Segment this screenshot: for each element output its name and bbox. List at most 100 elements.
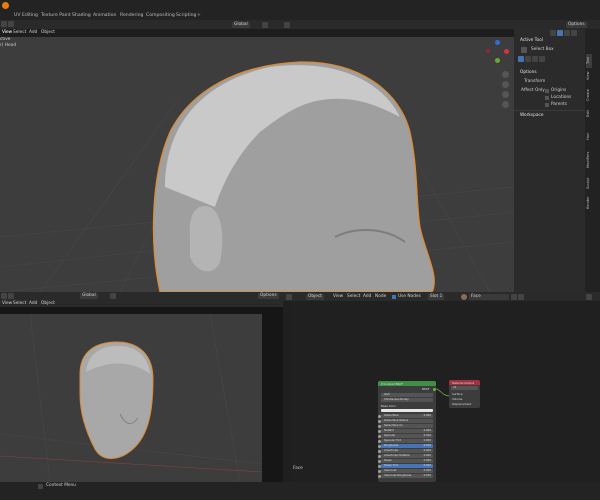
principled-bsdf-node[interactable]: Principled BSDF BSDF GGX Christensen-Bur… <box>378 381 436 482</box>
bottom-left-viewport[interactable] <box>0 307 283 482</box>
bsdf-input-socket[interactable] <box>378 429 381 433</box>
tab-create[interactable]: Create <box>586 84 592 106</box>
tab-texture-paint[interactable]: Texture Paint <box>41 12 71 19</box>
rendered-shading-icon[interactable] <box>571 29 577 36</box>
editor-type-icon[interactable] <box>286 293 292 300</box>
mode-subtract-icon[interactable] <box>532 56 538 62</box>
use-nodes-checkbox[interactable] <box>392 294 396 299</box>
menu-view[interactable]: View <box>2 30 12 36</box>
new-material-icon[interactable] <box>518 293 524 300</box>
bsdf-input-anisotropic[interactable]: Anisotropic 0.000 <box>378 449 433 453</box>
active-tool-header[interactable]: Active Tool <box>520 38 543 44</box>
bsdf-output-socket[interactable] <box>433 387 436 391</box>
pin-icon[interactable] <box>586 293 592 300</box>
bsdf-input-socket[interactable] <box>378 454 381 458</box>
base-color-swatch[interactable] <box>381 409 433 412</box>
select-box-icon[interactable] <box>521 47 527 53</box>
subsurface-method-dropdown[interactable]: Christensen-Burley <box>381 398 433 402</box>
bsdf-input-metallic[interactable]: Metallic 0.000 <box>378 429 433 433</box>
bsdf-input-clearcoat-roughness[interactable]: Clearcoat Roughness 0.030 <box>378 474 433 478</box>
bsdf-input-roughness[interactable]: Roughness 0.500 <box>378 444 433 448</box>
fake-user-icon[interactable] <box>511 293 517 300</box>
bsdf-input-socket[interactable] <box>378 449 381 453</box>
tab-view[interactable]: View <box>586 69 592 83</box>
select-mode-icon[interactable] <box>8 21 14 27</box>
mode-dropdown[interactable]: Object <box>306 293 324 300</box>
bsdf-input-sheen-tint[interactable]: Sheen Tint 0.500 <box>378 464 433 468</box>
menu-add[interactable]: Add <box>29 301 37 307</box>
tab-scripting[interactable]: Scripting <box>176 12 196 19</box>
tab-edit[interactable]: Edit <box>586 107 592 121</box>
tab-uv-editing[interactable]: UV Editing <box>14 12 38 19</box>
snap-icon[interactable] <box>110 293 116 299</box>
bsdf-input-socket[interactable] <box>378 464 381 468</box>
tab-tool[interactable]: Tool <box>586 54 592 68</box>
origins-checkbox[interactable] <box>545 89 549 93</box>
material-shading-icon[interactable] <box>564 29 570 36</box>
menu-select[interactable]: Select <box>13 301 26 307</box>
bsdf-input-socket[interactable] <box>378 419 381 423</box>
locations-checkbox[interactable] <box>545 96 549 100</box>
zoom-icon[interactable] <box>502 71 509 78</box>
bsdf-input-socket[interactable] <box>378 469 381 473</box>
bsdf-input-socket[interactable] <box>378 424 381 428</box>
slot-dropdown[interactable]: Slot 1 <box>428 293 445 300</box>
target-dropdown[interactable]: All <box>451 386 478 390</box>
tab-add[interactable]: + <box>197 12 201 19</box>
tab-render[interactable]: Render <box>586 193 592 213</box>
mode-extend-icon[interactable] <box>525 56 531 62</box>
top-viewport[interactable]: ctive r) Head <box>0 37 514 292</box>
bsdf-input-anisotropic-rotation[interactable]: Anisotropic Rotation 0.000 <box>378 454 433 458</box>
tab-rendering[interactable]: Rendering <box>120 12 143 19</box>
bsdf-input-socket[interactable] <box>378 474 381 478</box>
orientation-dropdown[interactable]: Global <box>232 21 250 28</box>
bsdf-input-socket[interactable] <box>378 439 381 443</box>
tab-hair[interactable]: Hair <box>586 129 592 143</box>
grid-icon[interactable] <box>502 101 509 108</box>
distribution-dropdown[interactable]: GGX <box>381 393 433 397</box>
menu-view[interactable]: View <box>2 301 12 307</box>
bsdf-input-sheen[interactable]: Sheen 0.000 <box>378 459 433 463</box>
tab-sculpt[interactable]: Sculpt <box>586 174 592 192</box>
bsdf-input-specular[interactable]: Specular 0.500 <box>378 434 433 438</box>
bsdf-input-specular-tint[interactable]: Specular Tint 0.000 <box>378 439 433 443</box>
parents-checkbox[interactable] <box>545 103 549 107</box>
menu-select[interactable]: Select <box>347 294 360 300</box>
bsdf-input-socket[interactable] <box>378 414 381 418</box>
tab-animation[interactable]: Animation <box>93 12 116 19</box>
bsdf-input-socket[interactable] <box>378 434 381 438</box>
menu-add[interactable]: Add <box>29 30 37 36</box>
bsdf-input-socket[interactable] <box>378 459 381 463</box>
transform-header[interactable]: Transform <box>524 79 545 85</box>
menu-view[interactable]: View <box>333 294 343 300</box>
options-dropdown[interactable]: Options <box>566 21 587 28</box>
bsdf-input-clearcoat[interactable]: Clearcoat 0.000 <box>378 469 433 473</box>
bsdf-input-subsurface-co[interactable]: Subsurface Co <box>378 424 433 428</box>
wireframe-shading-icon[interactable] <box>550 29 556 36</box>
orientation-dropdown[interactable]: Global <box>80 293 98 299</box>
tab-shading[interactable]: Shading <box>72 12 91 19</box>
bsdf-input-subsurface-radius[interactable]: Subsurface Radius <box>378 419 433 423</box>
camera-icon[interactable] <box>502 91 509 98</box>
solid-shading-icon[interactable] <box>557 29 563 36</box>
options-header[interactable]: Options <box>520 70 537 76</box>
menu-object[interactable]: Object <box>41 301 55 307</box>
select-mode-icon[interactable] <box>8 293 14 299</box>
mode-new-icon[interactable] <box>518 56 524 62</box>
editor-type-icon[interactable] <box>1 293 7 299</box>
navigation-gizmo[interactable] <box>486 40 510 64</box>
bsdf-input-socket[interactable] <box>378 444 381 448</box>
menu-add[interactable]: Add <box>363 294 371 300</box>
options-dropdown[interactable]: Options <box>258 293 279 299</box>
proportional-icon[interactable] <box>284 21 290 28</box>
menu-node[interactable]: Node <box>375 294 386 300</box>
blender-logo-icon[interactable] <box>2 2 9 9</box>
snap-icon[interactable] <box>262 21 268 28</box>
menu-select[interactable]: Select <box>13 30 26 36</box>
menu-object[interactable]: Object <box>41 30 55 36</box>
tab-compositing[interactable]: Compositing <box>146 12 175 19</box>
bsdf-input-subsurface[interactable]: Subsurface 0.000 <box>378 414 433 418</box>
tab-modifiers[interactable]: Modifiers <box>586 147 592 173</box>
mode-invert-icon[interactable] <box>539 56 545 62</box>
material-output-node[interactable]: Material Output All Surface Volume Displ… <box>449 380 480 408</box>
